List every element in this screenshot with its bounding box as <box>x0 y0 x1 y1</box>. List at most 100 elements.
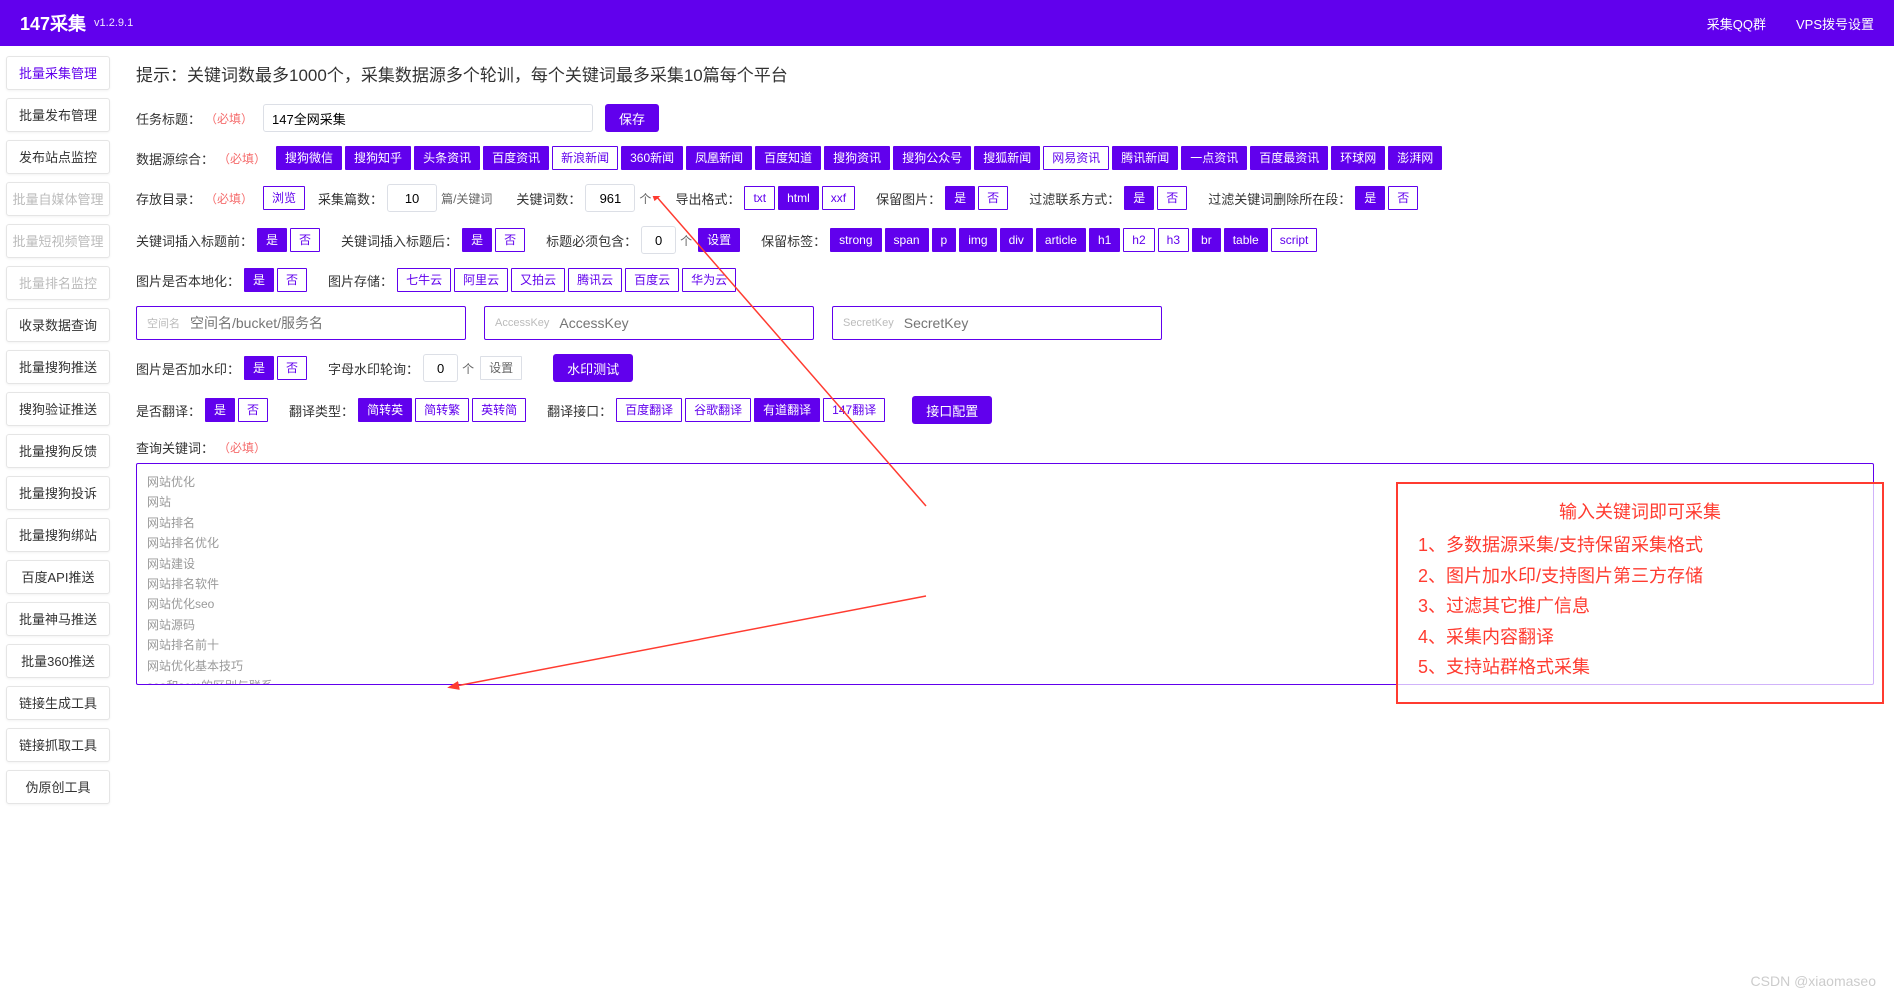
source-tag[interactable]: 环球网 <box>1331 146 1385 170</box>
keep-tag[interactable]: table <box>1224 228 1268 252</box>
sidebar-item[interactable]: 批量搜狗投诉 <box>6 476 110 510</box>
cloud-storage-tag[interactable]: 七牛云 <box>397 268 451 292</box>
source-tag[interactable]: 新浪新闻 <box>552 146 618 170</box>
source-tag[interactable]: 搜狗微信 <box>276 146 342 170</box>
sidebar-item[interactable]: 链接抓取工具 <box>6 728 110 762</box>
export-format-tag[interactable]: xxf <box>822 186 855 210</box>
source-tag[interactable]: 头条资讯 <box>414 146 480 170</box>
sidebar-item[interactable]: 批量搜狗绑站 <box>6 518 110 552</box>
watermark-test-button[interactable]: 水印测试 <box>553 354 633 382</box>
img-local-yes[interactable]: 是 <box>244 268 274 292</box>
translate-type-tag[interactable]: 简转繁 <box>415 398 469 422</box>
source-tag[interactable]: 百度最资讯 <box>1250 146 1328 170</box>
title-must-input[interactable] <box>641 226 676 254</box>
sidebar-item[interactable]: 批量发布管理 <box>6 98 110 132</box>
space-name-field[interactable]: 空间名 <box>136 306 466 340</box>
translate-api-tag[interactable]: 有道翻译 <box>754 398 820 422</box>
sidebar-item[interactable]: 链接生成工具 <box>6 686 110 720</box>
source-tag[interactable]: 腾讯新闻 <box>1112 146 1178 170</box>
char-wm-input[interactable] <box>423 354 458 382</box>
source-tag[interactable]: 搜狗公众号 <box>893 146 971 170</box>
cloud-storage-tag[interactable]: 腾讯云 <box>568 268 622 292</box>
translate-api-tag[interactable]: 147翻译 <box>823 398 885 422</box>
img-local-no[interactable]: 否 <box>277 268 307 292</box>
keep-tag[interactable]: span <box>885 228 929 252</box>
translate-type-tag[interactable]: 英转简 <box>472 398 526 422</box>
cloud-storage-tag[interactable]: 百度云 <box>625 268 679 292</box>
insert-after-no[interactable]: 否 <box>495 228 525 252</box>
link-qq-group[interactable]: 采集QQ群 <box>1707 14 1766 33</box>
keep-tag[interactable]: h3 <box>1158 228 1189 252</box>
access-key-field[interactable]: AccessKey <box>484 306 814 340</box>
storage-dir-label: 存放目录： <box>136 189 201 208</box>
keep-tag[interactable]: strong <box>830 228 881 252</box>
sidebar-item[interactable]: 伪原创工具 <box>6 770 110 804</box>
source-tag[interactable]: 360新闻 <box>621 146 683 170</box>
insert-after-yes[interactable]: 是 <box>462 228 492 252</box>
secret-key-field[interactable]: SecretKey <box>832 306 1162 340</box>
task-title-input[interactable] <box>263 104 593 132</box>
source-tag[interactable]: 网易资讯 <box>1043 146 1109 170</box>
sidebar-item[interactable]: 批量搜狗反馈 <box>6 434 110 468</box>
source-tag[interactable]: 百度知道 <box>755 146 821 170</box>
sidebar-item[interactable]: 收录数据查询 <box>6 308 110 342</box>
translate-yes[interactable]: 是 <box>205 398 235 422</box>
keep-tag[interactable]: h1 <box>1089 228 1120 252</box>
sidebar-item[interactable]: 搜狗验证推送 <box>6 392 110 426</box>
filter-kw-no[interactable]: 否 <box>1388 186 1418 210</box>
translate-label: 是否翻译： <box>136 401 201 420</box>
save-button[interactable]: 保存 <box>605 104 659 132</box>
annot-line: 4、采集内容翻译 <box>1418 622 1862 653</box>
space-input[interactable] <box>190 315 455 331</box>
keep-tag[interactable]: p <box>932 228 957 252</box>
link-vps-settings[interactable]: VPS拨号设置 <box>1796 14 1874 33</box>
keep-tag[interactable]: div <box>1000 228 1033 252</box>
source-tag[interactable]: 澎湃网 <box>1388 146 1442 170</box>
keep-tag[interactable]: br <box>1192 228 1221 252</box>
source-tag[interactable]: 凤凰新闻 <box>686 146 752 170</box>
sidebar-item[interactable]: 批量搜狗推送 <box>6 350 110 384</box>
translate-no[interactable]: 否 <box>238 398 268 422</box>
sidebar-item[interactable]: 批量采集管理 <box>6 56 110 90</box>
filter-contact-yes[interactable]: 是 <box>1124 186 1154 210</box>
sidebar-item[interactable]: 百度API推送 <box>6 560 110 594</box>
filter-contact-no[interactable]: 否 <box>1157 186 1187 210</box>
export-format-tag[interactable]: html <box>778 186 819 210</box>
translate-type-tag[interactable]: 简转英 <box>358 398 412 422</box>
source-tag[interactable]: 百度资讯 <box>483 146 549 170</box>
keep-tag[interactable]: img <box>959 228 996 252</box>
keep-img-yes[interactable]: 是 <box>945 186 975 210</box>
cloud-storage-tag[interactable]: 华为云 <box>682 268 736 292</box>
annotation-box: 输入关键词即可采集 1、多数据源采集/支持保留采集格式 2、图片加水印/支持图片… <box>1396 482 1884 704</box>
keep-tag[interactable]: script <box>1271 228 1318 252</box>
source-tag[interactable]: 搜狐新闻 <box>974 146 1040 170</box>
ak-input[interactable] <box>559 315 803 331</box>
insert-before-no[interactable]: 否 <box>290 228 320 252</box>
filter-kw-yes[interactable]: 是 <box>1355 186 1385 210</box>
browse-button[interactable]: 浏览 <box>263 186 305 210</box>
source-tag[interactable]: 搜狗知乎 <box>345 146 411 170</box>
required-marker: （必填） <box>205 190 253 207</box>
translate-api-tag[interactable]: 谷歌翻译 <box>685 398 751 422</box>
keep-tag[interactable]: article <box>1036 228 1086 252</box>
source-tag[interactable]: 一点资讯 <box>1181 146 1247 170</box>
count-input[interactable] <box>387 184 437 212</box>
sidebar-item[interactable]: 批量神马推送 <box>6 602 110 636</box>
cloud-storage-tag[interactable]: 阿里云 <box>454 268 508 292</box>
sk-input[interactable] <box>904 315 1151 331</box>
source-tag[interactable]: 搜狗资讯 <box>824 146 890 170</box>
keep-tag[interactable]: h2 <box>1123 228 1154 252</box>
translate-api-tag[interactable]: 百度翻译 <box>616 398 682 422</box>
keep-img-no[interactable]: 否 <box>978 186 1008 210</box>
export-format-tag[interactable]: txt <box>744 186 775 210</box>
insert-before-yes[interactable]: 是 <box>257 228 287 252</box>
kw-count-input[interactable] <box>585 184 635 212</box>
api-config-button[interactable]: 接口配置 <box>912 396 992 424</box>
watermark-no[interactable]: 否 <box>277 356 307 380</box>
sidebar-item[interactable]: 批量360推送 <box>6 644 110 678</box>
char-wm-set-button[interactable]: 设置 <box>480 356 522 380</box>
sidebar-item[interactable]: 发布站点监控 <box>6 140 110 174</box>
watermark-yes[interactable]: 是 <box>244 356 274 380</box>
title-must-set-button[interactable]: 设置 <box>698 228 740 252</box>
cloud-storage-tag[interactable]: 又拍云 <box>511 268 565 292</box>
